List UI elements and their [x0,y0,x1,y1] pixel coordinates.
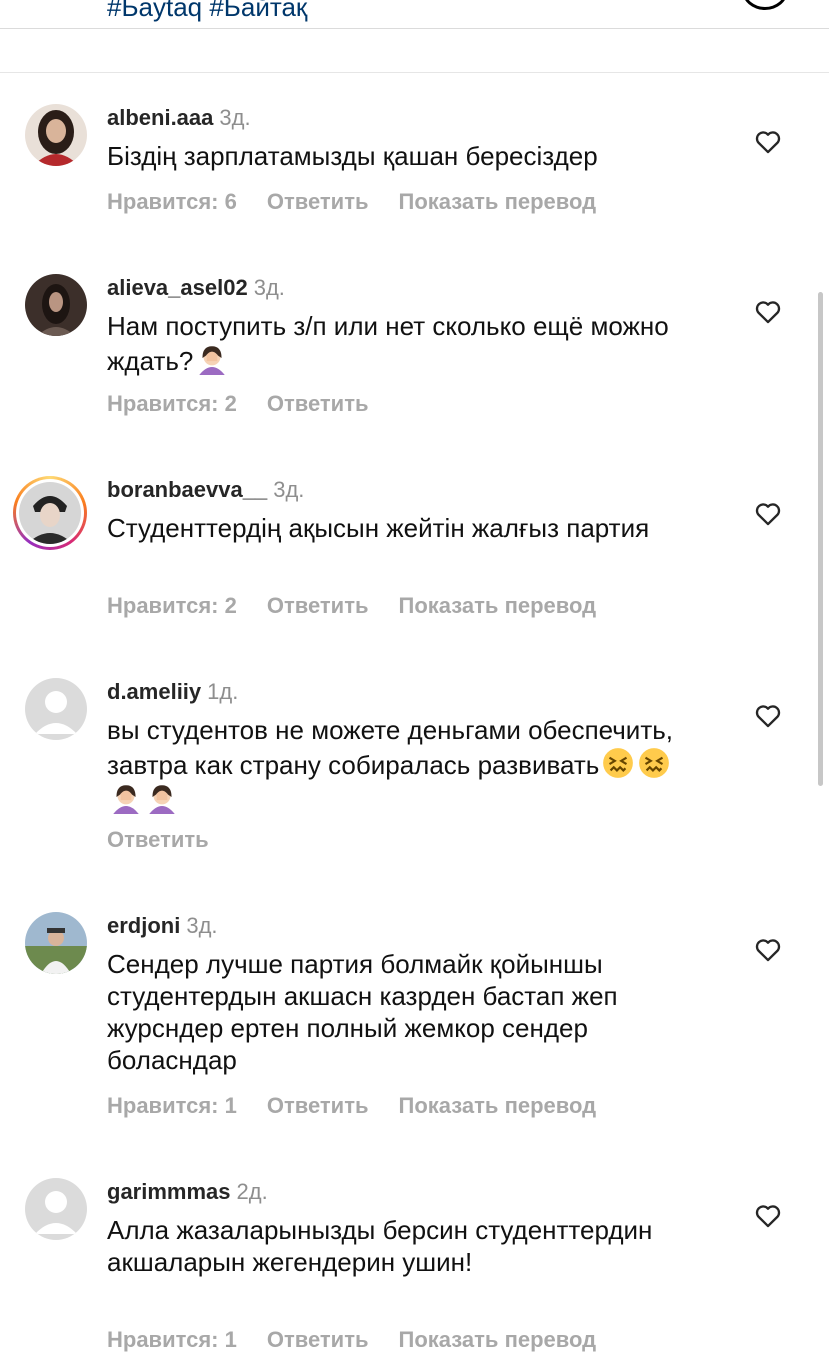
avatar[interactable] [25,678,87,740]
comment-header: alieva_asel02 3д. [107,274,285,302]
heart-icon[interactable] [754,1202,782,1228]
comment-text-content: вы студентов не можете деньгами обеспечи… [107,715,674,780]
confounded-face-icon [639,748,670,778]
avatar[interactable] [25,912,87,974]
reply-button[interactable]: Ответить [267,189,369,214]
comment-text: Нам поступить з/п или нет сколько ещё мо… [107,310,707,377]
heart-icon[interactable] [754,702,782,728]
comment-actions: Нравится: 1 Ответить Показать перевод [107,1326,626,1354]
comment-actions: Нравится: 2 Ответить Показать перевод [107,592,626,620]
comment-time: 2д. [236,1179,268,1204]
reply-button[interactable]: Ответить [267,391,369,416]
comment-username[interactable]: erdjoni [107,913,180,938]
confounded-face-icon [603,748,634,778]
facepalm-woman-icon [149,785,175,814]
reply-button[interactable]: Ответить [267,1093,369,1118]
comment-text: Студенттердің ақысын жейтін жалғыз парти… [107,513,650,543]
comment-username[interactable]: albeni.aaa [107,105,213,130]
comment-time: 3д. [219,105,251,130]
comment-header: d.ameliiy 1д. [107,678,238,706]
reply-button[interactable]: Ответить [267,1327,369,1352]
comment-header: garimmmas 2д. [107,1178,268,1206]
show-translation-button[interactable]: Показать перевод [399,189,597,214]
comment-time: 3д. [253,275,285,300]
facepalm-woman-icon [113,785,139,814]
comment-header: erdjoni 3д. [107,912,218,940]
show-translation-button[interactable]: Показать перевод [399,1093,597,1118]
avatar[interactable] [25,274,87,336]
facepalm-woman-icon [199,346,226,375]
avatar[interactable] [25,1178,87,1240]
reply-button[interactable]: Ответить [267,593,369,618]
comment-username[interactable]: d.ameliiy [107,679,201,704]
comment-text: Біздің зарплатамызды қашан бересіздер [107,141,598,171]
likes-count[interactable]: Нравится: 1 [107,1093,237,1118]
comment-actions: Нравится: 2 Ответить [107,390,399,418]
caption-divider [0,72,829,73]
scrollbar[interactable] [818,292,823,786]
show-translation-button[interactable]: Показать перевод [399,593,597,618]
show-translation-button[interactable]: Показать перевод [399,1327,597,1352]
heart-icon[interactable] [754,500,782,526]
heart-icon[interactable] [754,128,782,154]
comment-text: вы студентов не можете деньгами обеспечи… [107,714,707,816]
avatar[interactable] [25,104,87,166]
comment-username[interactable]: garimmmas [107,1179,231,1204]
caption-hashtags[interactable]: #Бaytaq #Байтақ [107,0,307,23]
comment-username[interactable]: boranbaevva__ [107,477,267,502]
likes-count[interactable]: Нравится: 1 [107,1327,237,1352]
comment-header: albeni.aaa 3д. [107,104,251,132]
heart-icon[interactable] [754,298,782,324]
caption-top-bar: #Бaytaq #Байтақ [0,0,829,29]
likes-count[interactable]: Нравится: 2 [107,391,237,416]
avatar[interactable] [13,476,87,550]
likes-count[interactable]: Нравится: 6 [107,189,237,214]
comment-header: boranbaevva__ 3д. [107,476,304,504]
comment-text: Алла жазаларынызды берсин студенттердин … [107,1215,653,1277]
profile-avatar-icon[interactable] [742,0,788,10]
comment-text: Сендер лучше партия болмайк қойыншы студ… [107,949,618,1075]
comment-time: 1д. [207,679,239,704]
comment-time: 3д. [273,477,305,502]
likes-count[interactable]: Нравится: 2 [107,593,237,618]
comment-actions: Нравится: 6 Ответить Показать перевод [107,188,626,216]
comment-actions: Ответить [107,826,239,854]
comment-time: 3д. [186,913,218,938]
comment-actions: Нравится: 1 Ответить Показать перевод [107,1092,626,1120]
comment-username[interactable]: alieva_asel02 [107,275,248,300]
comment-text-content: Нам поступить з/п или нет сколько ещё мо… [107,311,669,376]
reply-button[interactable]: Ответить [107,827,209,852]
heart-icon[interactable] [754,936,782,962]
